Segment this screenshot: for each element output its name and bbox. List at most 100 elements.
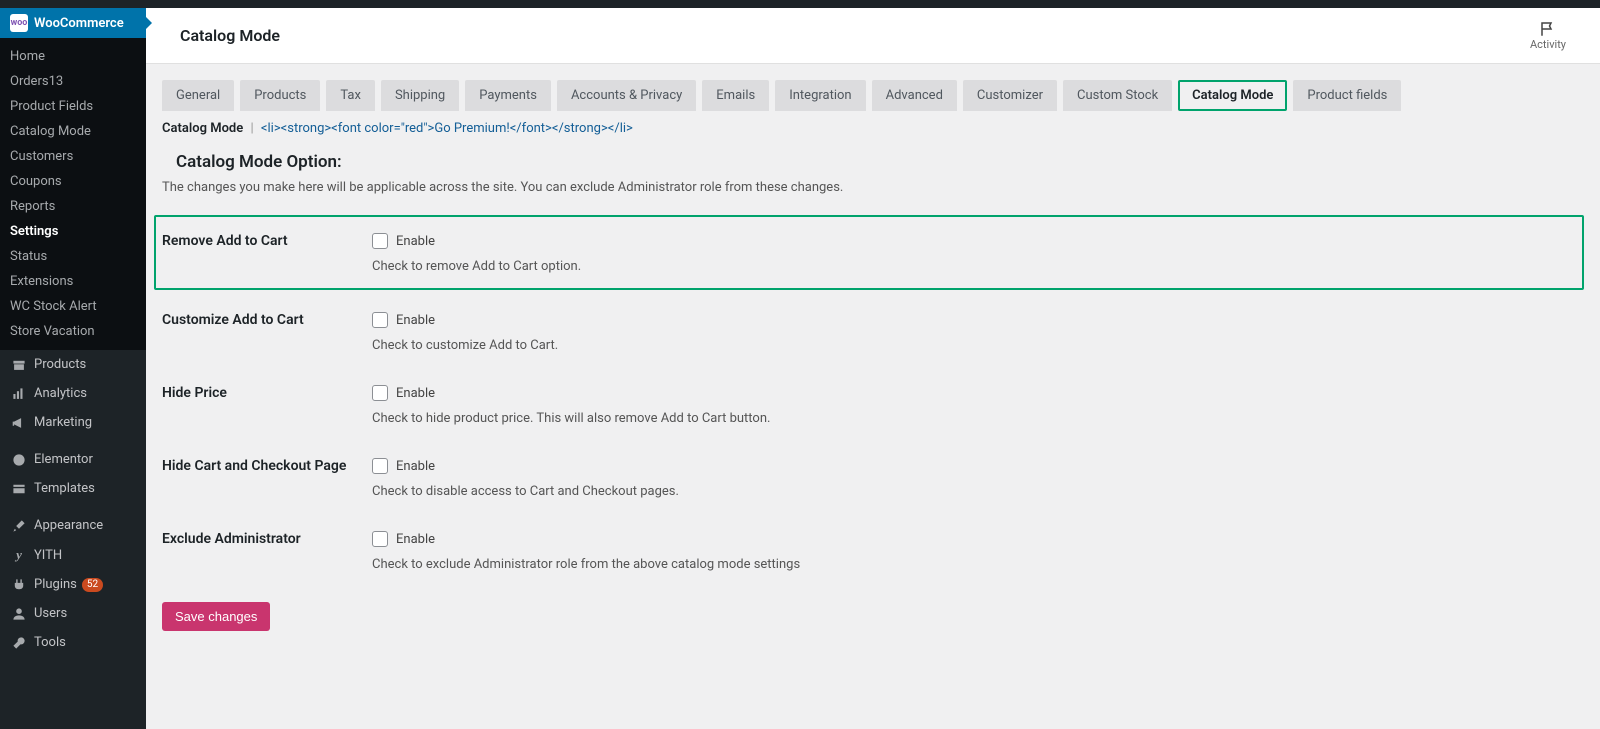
subtab-go-premium[interactable]: <li><strong><font color="red">Go Premium… — [261, 121, 633, 136]
tab-accounts-privacy[interactable]: Accounts & Privacy — [557, 80, 696, 111]
sidebar-item-wc-stock-alert[interactable]: WC Stock Alert — [0, 294, 146, 319]
sidebar-item-orders[interactable]: Orders13 — [0, 69, 146, 94]
page-title: Catalog Mode — [180, 26, 280, 45]
admin-topbar — [0, 0, 1600, 8]
activity-label: Activity — [1530, 38, 1566, 51]
tab-general[interactable]: General — [162, 80, 234, 111]
sidebar-item-reports[interactable]: Reports — [0, 194, 146, 219]
sidebar-item-label: Marketing — [34, 415, 92, 430]
sidebar-item-home[interactable]: Home — [0, 44, 146, 69]
row-remove-add-to-cart: Remove Add to Cart Enable Check to remov… — [154, 215, 1584, 290]
sidebar-item-label: Users — [34, 606, 67, 621]
elementor-icon — [10, 453, 28, 467]
remove-add-to-cart-checkbox[interactable] — [372, 233, 388, 249]
sidebar-item-status[interactable]: Status — [0, 244, 146, 269]
sidebar-header-label: WooCommerce — [34, 16, 124, 31]
row-hide-cart-checkout: Hide Cart and Checkout Page Enable Check… — [162, 448, 1584, 521]
sidebar-item-elementor[interactable]: Elementor — [0, 445, 146, 474]
row-label: Customize Add to Cart — [162, 312, 372, 353]
sidebar-item-label: YITH — [34, 548, 62, 563]
sidebar-item-extensions[interactable]: Extensions — [0, 269, 146, 294]
tab-payments[interactable]: Payments — [465, 80, 551, 111]
enable-label[interactable]: Enable — [396, 386, 435, 401]
hide-price-checkbox[interactable] — [372, 385, 388, 401]
exclude-administrator-checkbox[interactable] — [372, 531, 388, 547]
sidebar-item-tools[interactable]: Tools — [0, 628, 146, 657]
sidebar-item-label: Tools — [34, 635, 66, 650]
sidebar-item-customers[interactable]: Customers — [0, 144, 146, 169]
customize-add-to-cart-checkbox[interactable] — [372, 312, 388, 328]
sidebar-item-product-fields[interactable]: Product Fields — [0, 94, 146, 119]
sidebar-item-plugins[interactable]: Plugins 52 — [0, 570, 146, 599]
tools-icon — [10, 636, 28, 650]
section-description: The changes you make here will be applic… — [162, 180, 1584, 195]
orders-count-badge: 13 — [49, 74, 64, 89]
sidebar-item-catalog-mode[interactable]: Catalog Mode — [0, 119, 146, 144]
plugin-icon — [10, 578, 28, 592]
row-helper: Check to customize Add to Cart. — [372, 338, 1576, 353]
admin-sidebar: woo WooCommerce Home Orders13 Product Fi… — [0, 8, 146, 729]
sidebar-header-woocommerce[interactable]: woo WooCommerce — [0, 8, 146, 38]
row-label: Hide Price — [162, 385, 372, 426]
sidebar-item-label: Elementor — [34, 452, 93, 467]
tab-catalog-mode[interactable]: Catalog Mode — [1178, 80, 1287, 111]
sidebar-submenu: Home Orders13 Product Fields Catalog Mod… — [0, 38, 146, 350]
tab-tax[interactable]: Tax — [326, 80, 375, 111]
row-customize-add-to-cart: Customize Add to Cart Enable Check to cu… — [162, 302, 1584, 375]
page-header: Catalog Mode Activity — [146, 8, 1600, 64]
tab-advanced[interactable]: Advanced — [872, 80, 957, 111]
templates-icon — [10, 482, 28, 496]
enable-label[interactable]: Enable — [396, 532, 435, 547]
hide-cart-checkout-checkbox[interactable] — [372, 458, 388, 474]
tab-integration[interactable]: Integration — [775, 80, 865, 111]
row-label: Exclude Administrator — [162, 531, 372, 572]
tab-customizer[interactable]: Customizer — [963, 80, 1057, 111]
brush-icon — [10, 519, 28, 533]
sidebar-item-store-vacation[interactable]: Store Vacation — [0, 319, 146, 344]
sidebar-item-settings[interactable]: Settings — [0, 219, 146, 244]
enable-label[interactable]: Enable — [396, 313, 435, 328]
subtab-catalog-mode[interactable]: Catalog Mode — [162, 121, 243, 136]
enable-label[interactable]: Enable — [396, 459, 435, 474]
users-icon — [10, 607, 28, 621]
save-changes-button[interactable]: Save changes — [162, 602, 270, 631]
archive-icon — [10, 358, 28, 372]
row-helper: Check to hide product price. This will a… — [372, 411, 1576, 426]
sidebar-item-coupons[interactable]: Coupons — [0, 169, 146, 194]
sidebar-item-label: Plugins — [34, 577, 77, 592]
tab-emails[interactable]: Emails — [702, 80, 769, 111]
settings-tabs: General Products Tax Shipping Payments A… — [162, 80, 1584, 111]
sidebar-item-label: Templates — [34, 481, 95, 496]
sidebar-item-label: Products — [34, 357, 86, 372]
row-label: Hide Cart and Checkout Page — [162, 458, 372, 499]
tab-custom-stock[interactable]: Custom Stock — [1063, 80, 1172, 111]
chart-icon — [10, 387, 28, 401]
sidebar-item-templates[interactable]: Templates — [0, 474, 146, 503]
sub-tabs: Catalog Mode | <li><strong><font color="… — [162, 121, 1584, 136]
sidebar-item-label: Analytics — [34, 386, 87, 401]
sidebar-item-yith[interactable]: y YITH — [0, 540, 146, 570]
tab-products[interactable]: Products — [240, 80, 320, 111]
tab-shipping[interactable]: Shipping — [381, 80, 459, 111]
flag-icon — [1539, 20, 1557, 38]
row-helper: Check to disable access to Cart and Chec… — [372, 484, 1576, 499]
sidebar-item-marketing[interactable]: Marketing — [0, 408, 146, 437]
yith-icon: y — [10, 547, 28, 563]
activity-button[interactable]: Activity — [1530, 20, 1566, 51]
main-area: Catalog Mode Activity General Products T… — [146, 8, 1600, 729]
sidebar-item-products[interactable]: Products — [0, 350, 146, 379]
row-helper: Check to exclude Administrator role from… — [372, 557, 1576, 572]
sidebar-item-users[interactable]: Users — [0, 599, 146, 628]
section-title: Catalog Mode Option: — [176, 152, 1584, 172]
sidebar-item-appearance[interactable]: Appearance — [0, 511, 146, 540]
sidebar-item-analytics[interactable]: Analytics — [0, 379, 146, 408]
megaphone-icon — [10, 416, 28, 430]
sidebar-item-label: Appearance — [34, 518, 103, 533]
tab-product-fields[interactable]: Product fields — [1293, 80, 1401, 111]
row-helper: Check to remove Add to Cart option. — [372, 259, 1574, 274]
row-hide-price: Hide Price Enable Check to hide product … — [162, 375, 1584, 448]
row-label: Remove Add to Cart — [162, 233, 372, 274]
plugins-count-badge: 52 — [82, 578, 103, 592]
enable-label[interactable]: Enable — [396, 234, 435, 249]
row-exclude-administrator: Exclude Administrator Enable Check to ex… — [162, 521, 1584, 594]
